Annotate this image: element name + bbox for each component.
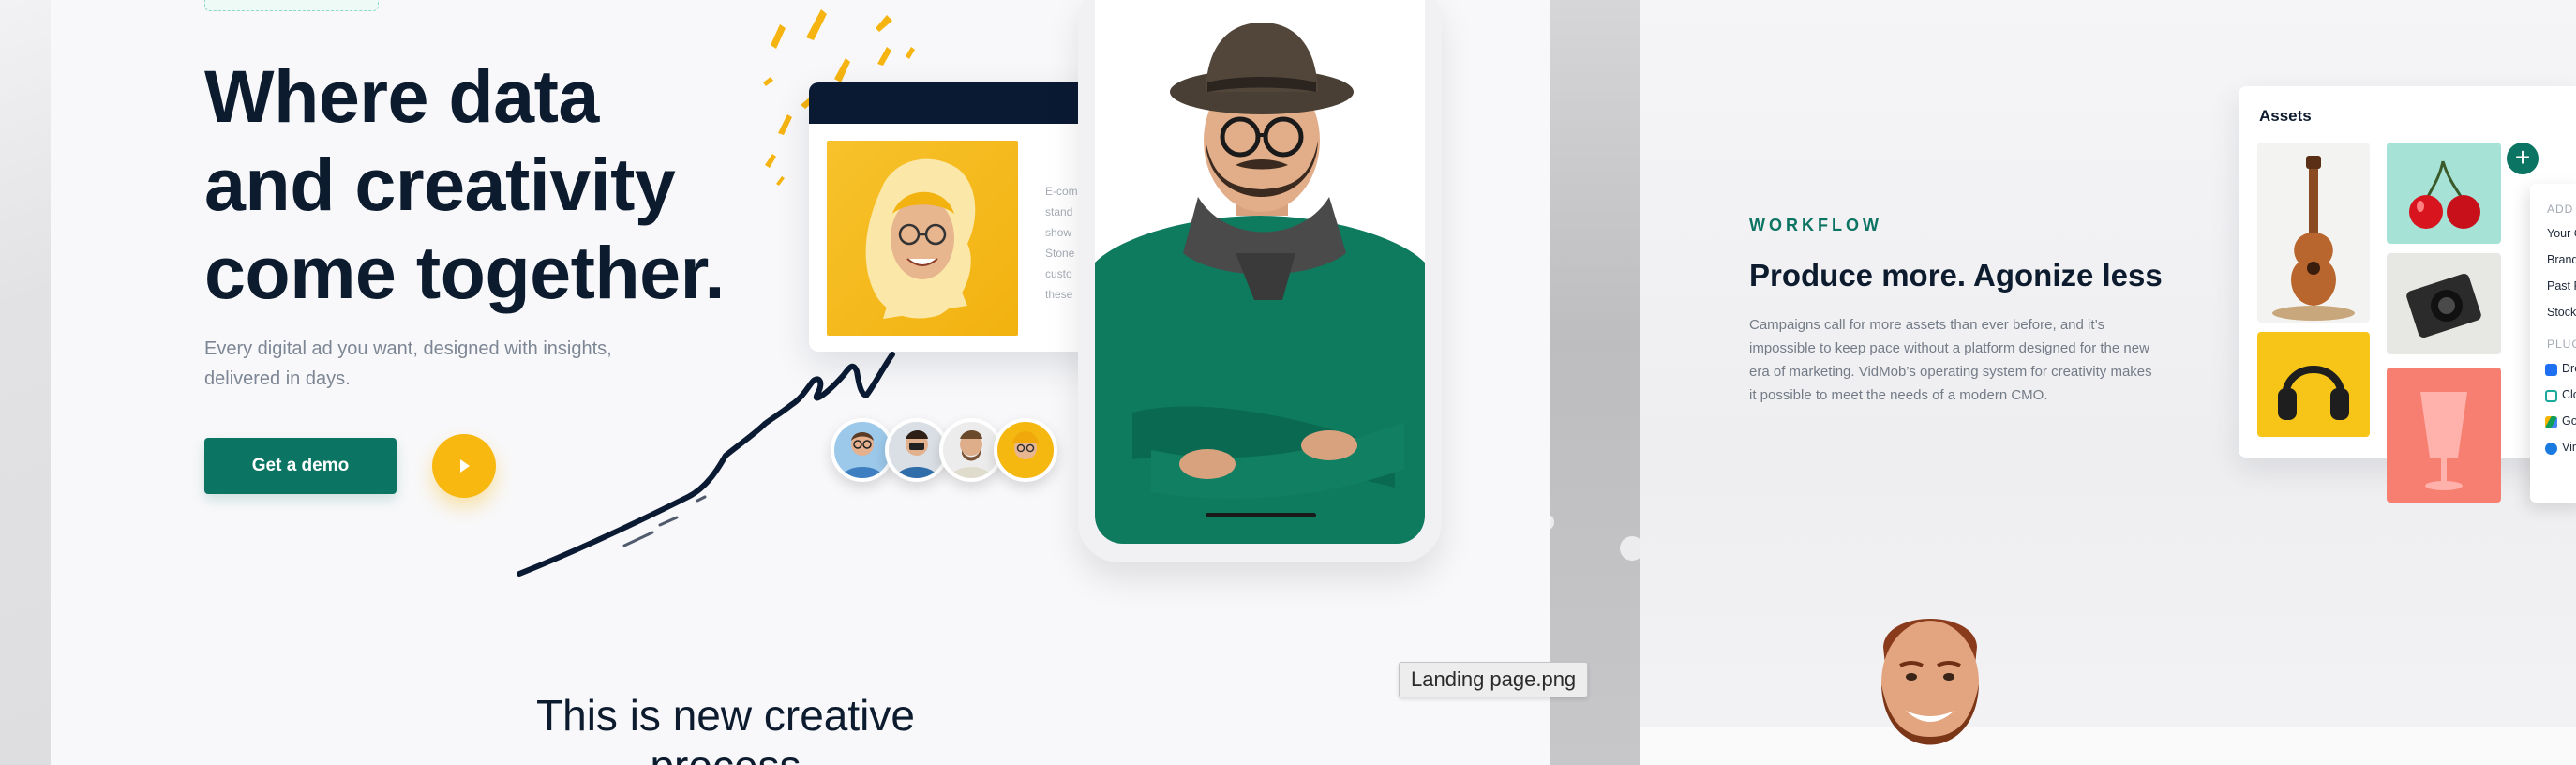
plugin-item[interactable]: Goo bbox=[2562, 414, 2576, 428]
asset-cherries[interactable] bbox=[2387, 142, 2501, 244]
plus-icon: + bbox=[2514, 142, 2531, 172]
hero-title-line: Where data bbox=[204, 54, 599, 138]
section-title: This is new creative process bbox=[426, 690, 1026, 765]
add-asset-button[interactable]: + bbox=[2507, 142, 2539, 174]
workflow-body: Campaigns call for more assets than ever… bbox=[1749, 313, 2162, 407]
landing-artboard[interactable]: Where data and creativity come together.… bbox=[51, 0, 1550, 765]
portrait-smiling-man bbox=[1861, 600, 1999, 765]
hero-subtitle-line: Every digital ad you want, designed with… bbox=[204, 338, 612, 359]
section-title-line: process bbox=[426, 741, 1026, 765]
phone-portrait-bearded-man bbox=[1095, 0, 1425, 544]
asset-headphones[interactable] bbox=[2257, 332, 2370, 437]
add-from-item[interactable]: Your Co bbox=[2547, 227, 2576, 240]
asset-ukulele[interactable] bbox=[2257, 142, 2370, 322]
canvas-background-left bbox=[0, 0, 51, 765]
hero-subtitle-line: delivered in days. bbox=[204, 368, 351, 389]
add-from-header: ADD FRO bbox=[2547, 202, 2576, 216]
asset-camera[interactable] bbox=[2387, 253, 2501, 354]
section-eyebrow: WORKFLOW bbox=[1749, 216, 1882, 234]
phone-home-indicator bbox=[1206, 513, 1316, 518]
workflow-body-line: Campaigns call for more assets than ever… bbox=[1749, 317, 2105, 333]
get-a-demo-button[interactable]: Get a demo bbox=[204, 438, 397, 494]
workflow-body-line: era of marketing. VidMob’s operating sys… bbox=[1749, 364, 2152, 380]
add-from-item[interactable]: Stock Lib bbox=[2547, 306, 2576, 319]
add-from-item[interactable]: Brand As bbox=[2547, 253, 2576, 266]
hero-title-line: and creativity bbox=[204, 142, 676, 226]
vimeo-icon bbox=[2545, 442, 2557, 455]
play-icon bbox=[460, 459, 470, 472]
phone-screen bbox=[1095, 0, 1425, 544]
plugins-header: PLUGINS bbox=[2547, 338, 2576, 351]
plugin-item[interactable]: Vime bbox=[2562, 441, 2576, 454]
assets-panel: Assets + ADD Your Brand Past Stock PLU D… bbox=[2239, 86, 2576, 502]
add-from-menu: ADD FRO Your Co Brand As Past Proj Stock… bbox=[2530, 184, 2576, 502]
workflow-body-line: impossible to keep pace without a platfo… bbox=[1749, 340, 2149, 356]
next-section-band bbox=[1640, 728, 2576, 765]
hero-title: Where data and creativity come together. bbox=[204, 52, 823, 317]
asset-pink-glass[interactable] bbox=[2387, 368, 2501, 502]
avatar[interactable] bbox=[994, 418, 1057, 482]
section-title-line: This is new creative bbox=[536, 691, 915, 740]
workflow-title: Produce more. Agonize less bbox=[1749, 258, 2163, 292]
hero-subtitle: Every digital ad you want, designed with… bbox=[204, 334, 636, 394]
hero-title-line: come together. bbox=[204, 231, 725, 314]
plugin-item[interactable]: Drop bbox=[2562, 362, 2576, 375]
phone-mockup bbox=[1078, 0, 1442, 562]
dropbox-icon bbox=[2545, 364, 2557, 376]
artboard-filename-tooltip: Landing page.png bbox=[1399, 662, 1589, 698]
workflow-artboard[interactable]: WORKFLOW Produce more. Agonize less Camp… bbox=[1640, 0, 2576, 765]
plugin-item[interactable]: Clou bbox=[2562, 388, 2576, 401]
assets-title: Assets bbox=[2259, 107, 2312, 125]
canvas-gap bbox=[1537, 0, 1644, 765]
workflow-body-line: it possible to meet the needs of a moder… bbox=[1749, 387, 2048, 403]
google-drive-icon bbox=[2545, 416, 2557, 428]
selection-tag bbox=[204, 0, 379, 11]
product-image-torn-paper-man bbox=[827, 141, 1018, 336]
cloud-icon bbox=[2545, 390, 2557, 402]
play-video-button[interactable] bbox=[432, 434, 496, 498]
add-from-item[interactable]: Past Proj bbox=[2547, 279, 2576, 292]
